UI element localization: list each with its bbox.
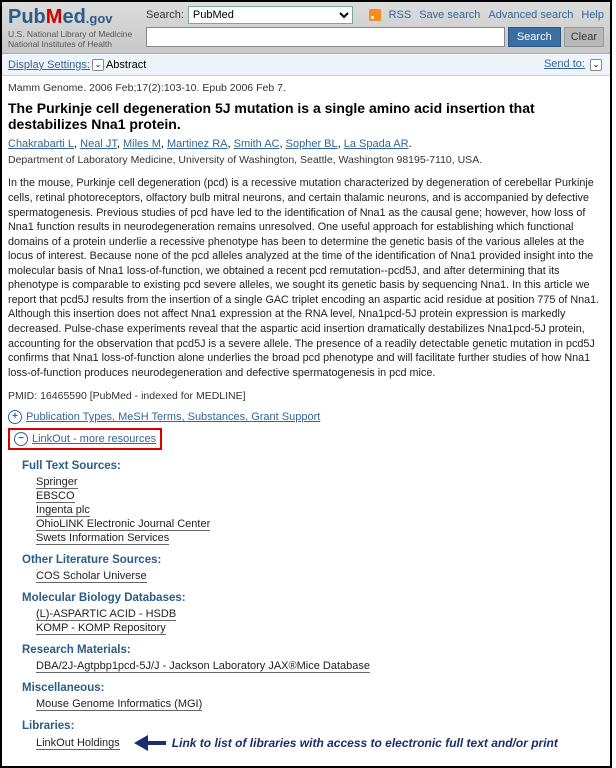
pubtypes-label: Publication Types, MeSH Terms, Substance… <box>26 411 320 423</box>
save-search-link[interactable]: Save search <box>419 9 480 21</box>
chevron-down-icon[interactable]: ⌄ <box>92 59 104 71</box>
search-scope-select[interactable]: PubMed <box>188 6 353 24</box>
search-input[interactable] <box>146 27 505 47</box>
pubmed-logo: PubMed.gov <box>8 6 146 29</box>
section-libraries: Libraries: <box>22 720 604 732</box>
resource-link[interactable]: DBA/2J-Agtpbp1pcd-5J/J - Jackson Laborat… <box>36 660 370 673</box>
libraries-annotation: Link to list of libraries with access to… <box>172 736 558 750</box>
search-button[interactable]: Search <box>508 27 561 47</box>
logo[interactable]: PubMed.gov U.S. National Library of Medi… <box>8 6 146 49</box>
author-link[interactable]: Chakrabarti L <box>8 138 74 150</box>
resource-link[interactable]: KOMP - KOMP Repository <box>36 622 166 635</box>
minus-icon[interactable]: − <box>14 432 28 446</box>
author-link[interactable]: Smith AC <box>234 138 280 150</box>
display-bar: Display Settings: ⌄ Abstract Send to: ⌄ <box>2 54 610 76</box>
arrow-left-icon <box>126 738 166 748</box>
chevron-down-icon[interactable]: ⌄ <box>590 59 602 71</box>
logo-subtitle-2: National Institutes of Health <box>8 39 146 49</box>
resource-link[interactable]: (L)-ASPARTIC ACID - HSDB <box>36 608 176 621</box>
author-link[interactable]: La Spada AR <box>344 138 409 150</box>
rss-link[interactable]: RSS <box>389 9 412 21</box>
plus-icon[interactable]: + <box>8 410 22 424</box>
pubtypes-expander[interactable]: + Publication Types, MeSH Terms, Substan… <box>8 410 604 424</box>
abstract-text: In the mouse, Purkinje cell degeneration… <box>8 176 604 380</box>
resource-link[interactable]: EBSCO <box>36 490 75 503</box>
display-mode: Abstract <box>106 59 146 71</box>
header-bar: PubMed.gov U.S. National Library of Medi… <box>2 2 610 54</box>
resource-link[interactable]: COS Scholar Universe <box>36 570 147 583</box>
author-list: Chakrabarti L, Neal JT, Miles M, Martine… <box>8 138 604 150</box>
section-misc: Miscellaneous: <box>22 682 604 694</box>
clear-button[interactable]: Clear <box>564 27 604 47</box>
linkout-holdings-link[interactable]: LinkOut Holdings <box>36 737 120 750</box>
resource-link[interactable]: OhioLINK Electronic Journal Center <box>36 518 210 531</box>
linkout-label: LinkOut - more resources <box>32 433 156 445</box>
resource-link[interactable]: Mouse Genome Informatics (MGI) <box>36 698 202 711</box>
help-link[interactable]: Help <box>581 9 604 21</box>
section-fulltext: Full Text Sources: <box>22 460 604 472</box>
display-settings-link[interactable]: Display Settings: <box>8 59 90 71</box>
send-to-link[interactable]: Send to: <box>544 58 585 70</box>
advanced-search-link[interactable]: Advanced search <box>488 9 573 21</box>
search-label: Search: <box>146 9 184 21</box>
resource-link[interactable]: Springer <box>36 476 78 489</box>
linkout-expander[interactable]: − LinkOut - more resources <box>8 428 162 450</box>
author-link[interactable]: Martinez RA <box>167 138 228 150</box>
author-link[interactable]: Neal JT <box>80 138 117 150</box>
section-research: Research Materials: <box>22 644 604 656</box>
author-link[interactable]: Miles M <box>123 138 161 150</box>
affiliation: Department of Laboratory Medicine, Unive… <box>8 154 604 166</box>
article-title: The Purkinje cell degeneration 5J mutati… <box>8 100 604 132</box>
pmid-line: PMID: 16465590 [PubMed - indexed for MED… <box>8 390 604 402</box>
citation: Mamm Genome. 2006 Feb;17(2):103-10. Epub… <box>8 82 604 94</box>
rss-icon[interactable] <box>369 9 381 21</box>
section-molbio: Molecular Biology Databases: <box>22 592 604 604</box>
section-otherlit: Other Literature Sources: <box>22 554 604 566</box>
resource-link[interactable]: Swets Information Services <box>36 532 169 545</box>
author-link[interactable]: Sopher BL <box>286 138 338 150</box>
logo-subtitle-1: U.S. National Library of Medicine <box>8 29 146 39</box>
resource-link[interactable]: Ingenta plc <box>36 504 90 517</box>
